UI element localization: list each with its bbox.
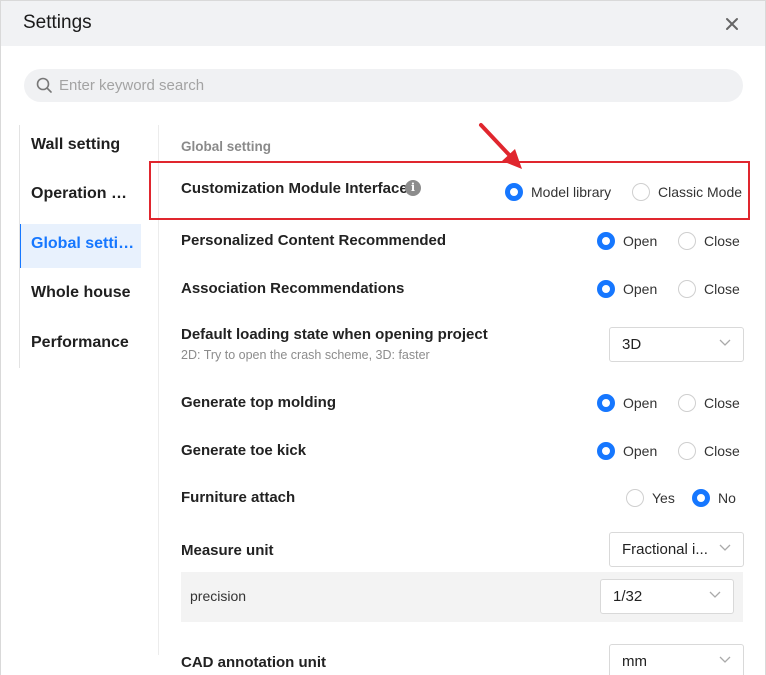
- chevron-down-icon: [719, 544, 731, 551]
- radio-dot: [632, 183, 650, 201]
- radio-dot: [692, 489, 710, 507]
- radio-furniture-no[interactable]: No: [692, 489, 736, 507]
- sidebar-item-label: Wall setting: [31, 136, 121, 153]
- info-icon[interactable]: i: [405, 180, 421, 196]
- radio-dot: [597, 280, 615, 298]
- radio-dot: [678, 280, 696, 298]
- dialog-header: Settings: [1, 1, 765, 46]
- radio-dot: [597, 232, 615, 250]
- radio-toe-kick-close[interactable]: Close: [678, 442, 740, 460]
- close-button[interactable]: [720, 12, 744, 36]
- select-value: 3D: [622, 336, 642, 353]
- radio-personalized-close[interactable]: Close: [678, 232, 740, 250]
- radio-top-molding-open[interactable]: Open: [597, 394, 657, 412]
- cad-annotation-unit-label: CAD annotation unit: [181, 654, 326, 671]
- radio-dot: [505, 183, 523, 201]
- top-molding-label: Generate top molding: [181, 394, 337, 411]
- radio-dot: [678, 232, 696, 250]
- settings-dialog: Settings Wall setting Operation preferen…: [0, 0, 766, 675]
- precision-select[interactable]: 1/32: [600, 579, 734, 614]
- radio-label: Classic Mode: [658, 184, 743, 200]
- radio-label: Close: [704, 233, 740, 249]
- default-loading-label: Default loading state when opening proje…: [181, 326, 488, 343]
- sidebar-item-label: Operation preference: [31, 185, 135, 202]
- radio-top-molding-close[interactable]: Close: [678, 394, 740, 412]
- sidebar-item-label: Performance: [31, 334, 129, 351]
- radio-toe-kick-open[interactable]: Open: [597, 442, 657, 460]
- search-icon: [36, 77, 52, 93]
- radio-dot: [626, 489, 644, 507]
- cad-annotation-unit-select[interactable]: mm: [609, 644, 744, 675]
- dialog-title: Settings: [23, 12, 92, 33]
- radio-dot: [678, 442, 696, 460]
- sidebar-item-global-setting[interactable]: Global setting: [20, 224, 141, 268]
- search-bar: [24, 69, 743, 102]
- select-value: mm: [622, 653, 647, 670]
- radio-association-open[interactable]: Open: [597, 280, 657, 298]
- section-title: Global setting: [181, 139, 272, 154]
- sidebar-item-label: Global setting: [31, 235, 135, 252]
- radio-personalized-open[interactable]: Open: [597, 232, 657, 250]
- radio-label: Model library: [531, 184, 612, 200]
- radio-label: Close: [704, 443, 740, 459]
- default-loading-description: 2D: Try to open the crash scheme, 3D: fa…: [181, 348, 430, 362]
- toe-kick-label: Generate toe kick: [181, 442, 307, 459]
- radio-label: Yes: [652, 490, 675, 506]
- loading-state-select[interactable]: 3D: [609, 327, 744, 362]
- settings-sidebar: Wall setting Operation preference Global…: [19, 125, 159, 368]
- sidebar-item-wall-setting[interactable]: Wall setting: [20, 125, 141, 169]
- association-recommendations-label: Association Recommendations: [181, 280, 405, 297]
- personalized-content-label: Personalized Content Recommended: [181, 232, 447, 249]
- radio-label: Close: [704, 395, 740, 411]
- radio-furniture-yes[interactable]: Yes: [626, 489, 675, 507]
- red-arrow-icon: [479, 123, 522, 169]
- radio-association-close[interactable]: Close: [678, 280, 740, 298]
- chevron-down-icon: [719, 656, 731, 663]
- select-value: 1/32: [613, 588, 643, 605]
- radio-classic-mode[interactable]: Classic Mode: [632, 183, 742, 201]
- radio-label: Open: [623, 395, 658, 411]
- chevron-down-icon: [709, 591, 721, 598]
- sidebar-item-performance[interactable]: Performance: [20, 323, 141, 367]
- sidebar-item-operation-preference[interactable]: Operation preference: [20, 174, 141, 218]
- radio-label: No: [718, 490, 736, 506]
- furniture-attach-label: Furniture attach: [181, 489, 296, 506]
- sidebar-item-whole-house[interactable]: Whole house: [20, 273, 141, 317]
- search-input[interactable]: [59, 69, 719, 102]
- radio-label: Close: [704, 281, 740, 297]
- radio-label: Open: [623, 281, 658, 297]
- chevron-down-icon: [719, 339, 731, 346]
- customization-module-label: Customization Module Interface: [181, 180, 408, 197]
- radio-dot: [597, 442, 615, 460]
- select-value: Fractional i...: [622, 541, 708, 558]
- sidebar-item-label: Whole house: [31, 284, 131, 301]
- radio-label: Open: [623, 443, 658, 459]
- measure-unit-select[interactable]: Fractional i...: [609, 532, 744, 567]
- radio-label: Open: [623, 233, 658, 249]
- radio-dot: [678, 394, 696, 412]
- precision-label: precision: [190, 588, 247, 604]
- close-icon: [726, 18, 738, 30]
- radio-model-library[interactable]: Model library: [505, 183, 611, 201]
- measure-unit-label: Measure unit: [181, 542, 274, 559]
- radio-dot: [597, 394, 615, 412]
